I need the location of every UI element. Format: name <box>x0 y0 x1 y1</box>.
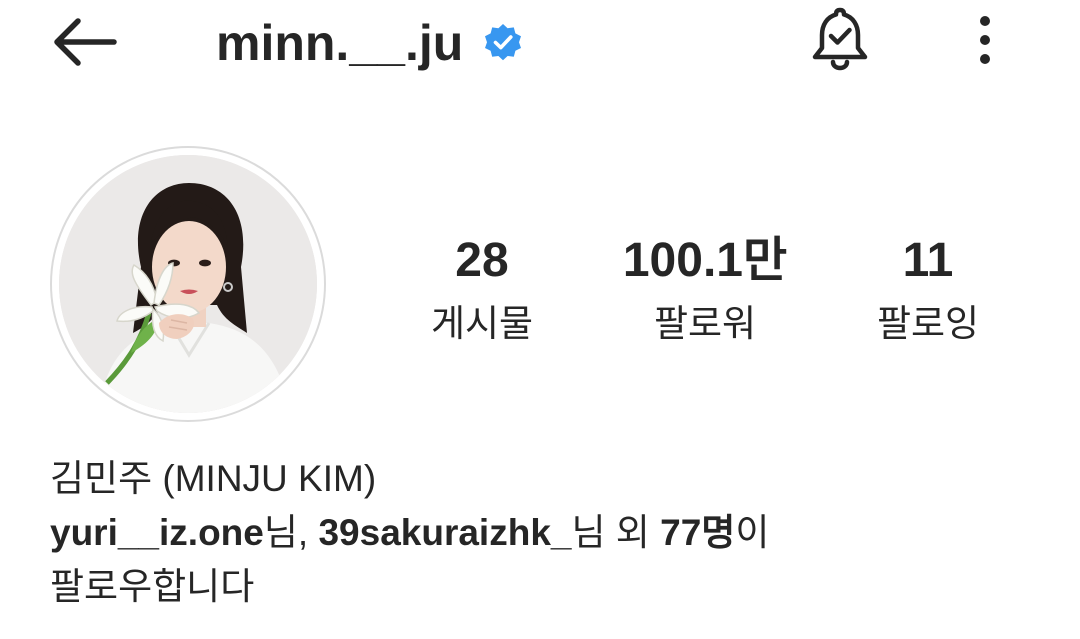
profile-bio: 김민주 (MINJU KIM) yuri__iz.one님, 39sakurai… <box>50 452 1050 614</box>
arrow-left-icon <box>54 18 117 66</box>
followed-by-count: 77명 <box>660 512 736 553</box>
more-options-button[interactable] <box>960 8 1010 72</box>
followed-by-line[interactable]: yuri__iz.one님, 39sakuraizhk_님 외 77명이 <box>50 506 1050 560</box>
posts-label: 게시물 <box>430 303 534 344</box>
back-button[interactable] <box>44 10 124 74</box>
followed-by-line-2: 팔로우합니다 <box>50 566 255 607</box>
profile-header: minn.__.ju <box>0 0 1080 90</box>
following-label: 팔로잉 <box>876 303 980 344</box>
posts-stat[interactable]: 28 게시물 <box>402 228 562 350</box>
profile-screen: minn.__.ju 28 게시물 100.1만 팔로워 11 팔로잉 김민주 … <box>0 0 1080 639</box>
more-vertical-icon <box>980 16 990 64</box>
username: minn.__.ju <box>216 15 464 71</box>
profile-title: minn.__.ju <box>216 8 523 78</box>
bell-check-icon <box>812 7 868 71</box>
avatar <box>59 155 317 413</box>
followers-stat[interactable]: 100.1만 팔로워 <box>600 228 810 350</box>
followers-count: 100.1만 <box>622 234 788 287</box>
followed-by-suffix-2: 님 외 <box>571 512 661 553</box>
followers-label: 팔로워 <box>653 303 757 344</box>
followed-by-suffix-1: 님, <box>263 512 319 553</box>
followed-by-user-2[interactable]: 39sakuraizhk_ <box>318 512 571 553</box>
following-stat[interactable]: 11 팔로잉 <box>850 228 1006 350</box>
posts-count: 28 <box>455 234 509 287</box>
following-count: 11 <box>902 234 954 287</box>
display-name: 김민주 (MINJU KIM) <box>50 458 377 499</box>
profile-avatar-button[interactable] <box>50 146 326 422</box>
notifications-button[interactable] <box>802 0 878 80</box>
verified-badge-icon <box>483 23 523 63</box>
followed-by-suffix-3: 이 <box>735 512 770 553</box>
followed-by-user-1[interactable]: yuri__iz.one <box>50 512 264 553</box>
